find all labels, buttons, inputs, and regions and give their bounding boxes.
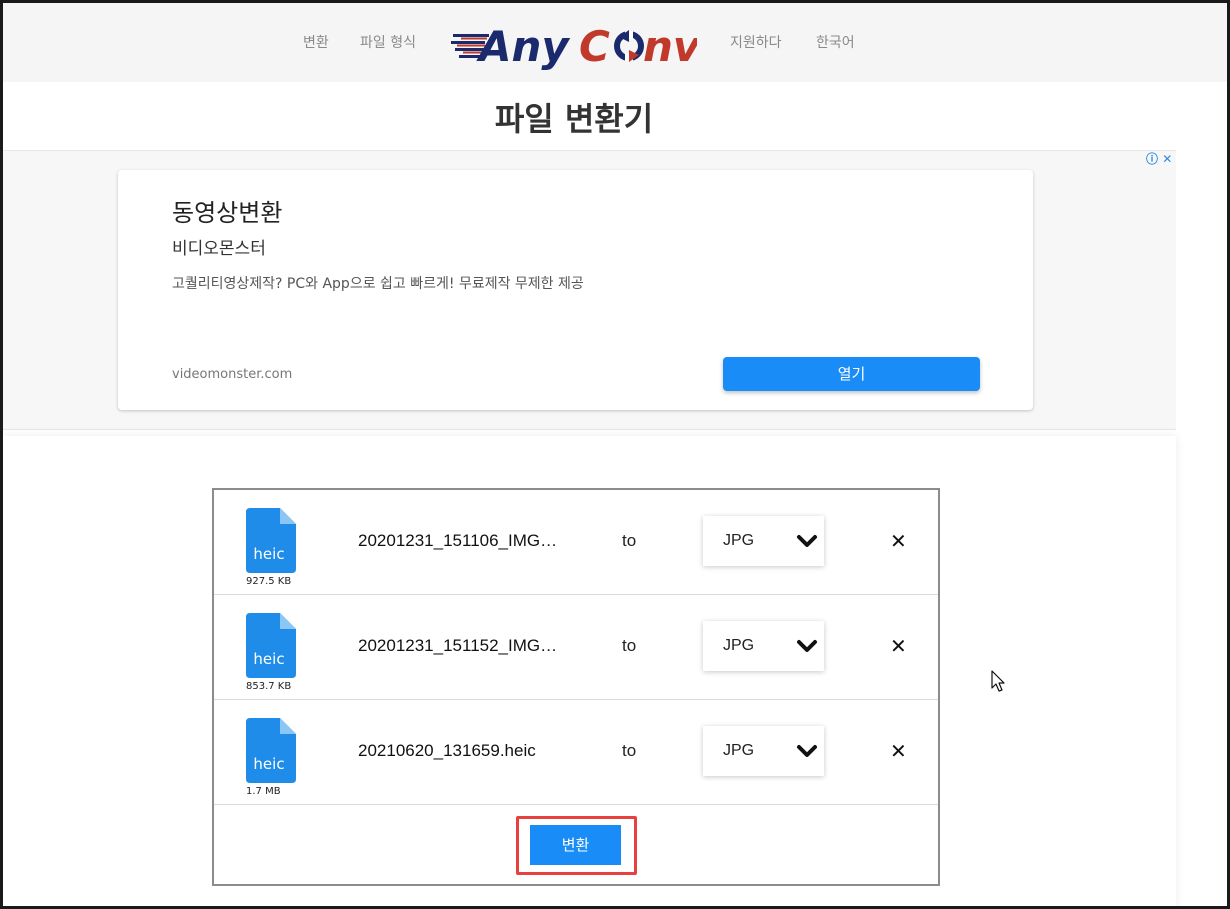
chevron-down-icon xyxy=(797,535,817,547)
ad-choices[interactable]: ⓘ ✕ xyxy=(1146,152,1172,166)
remove-file-button[interactable]: ✕ xyxy=(890,635,907,657)
ad-card[interactable]: 동영상변환 비디오몬스터 고퀄리티영상제작? PC와 App으로 쉽고 빠르게!… xyxy=(118,170,1033,410)
file-list: heic 927.5 KB 20201231_151106_IMG_0001.h… xyxy=(212,488,940,886)
top-navigation: 변환 파일 형식 Any C nv 지원하다 한국어 xyxy=(3,3,1227,82)
file-name: 20201231_151152_IMG_0002.heic xyxy=(358,636,563,655)
chevron-down-icon xyxy=(797,745,817,757)
file-extension: heic xyxy=(253,545,285,563)
nav-link-support[interactable]: 지원하다 xyxy=(730,34,782,52)
file-name: 20201231_151106_IMG_0001.heic xyxy=(358,531,563,550)
remove-file-button[interactable]: ✕ xyxy=(890,740,907,762)
anyconv-logo[interactable]: Any C nv xyxy=(451,17,697,73)
ad-description: 고퀄리티영상제작? PC와 App으로 쉽고 빠르게! 무료제작 무제한 제공 xyxy=(172,276,584,292)
to-label: to xyxy=(622,531,637,550)
file-size: 1.7 MB xyxy=(246,786,281,797)
file-extension: heic xyxy=(253,755,285,773)
file-size: 927.5 KB xyxy=(246,576,292,587)
logo-text-any: Any xyxy=(476,22,570,71)
close-icon[interactable]: ✕ xyxy=(1162,152,1172,166)
chevron-down-icon xyxy=(797,640,817,652)
file-row: heic 1.7 MB 20210620_131659.heic to JPG … xyxy=(214,700,938,805)
page-title: 파일 변환기 xyxy=(494,100,654,138)
file-name: 20210620_131659.heic xyxy=(358,741,536,760)
logo-text-c: C xyxy=(579,22,610,71)
nav-link-language[interactable]: 한국어 xyxy=(816,34,855,52)
output-format-select[interactable]: JPG xyxy=(703,621,824,671)
format-value: JPG xyxy=(723,742,755,759)
output-format-select[interactable]: JPG xyxy=(703,726,824,776)
info-icon[interactable]: ⓘ xyxy=(1146,152,1158,166)
to-label: to xyxy=(622,636,637,655)
file-row: heic 927.5 KB 20201231_151106_IMG_0001.h… xyxy=(214,490,938,595)
ad-open-button[interactable]: 열기 xyxy=(723,357,980,391)
output-format-select[interactable]: JPG xyxy=(703,516,824,566)
mouse-cursor-icon xyxy=(991,670,1005,692)
file-row: heic 853.7 KB 20201231_151152_IMG_0002.h… xyxy=(214,595,938,700)
nav-link-file-formats[interactable]: 파일 형식 xyxy=(360,34,416,52)
convert-button[interactable]: 변환 xyxy=(530,825,621,865)
file-icon xyxy=(246,613,296,678)
ad-advertiser: 비디오몬스터 xyxy=(172,239,266,259)
logo-text-nv: nv xyxy=(643,22,697,71)
ad-url[interactable]: videomonster.com xyxy=(172,366,292,384)
file-extension: heic xyxy=(253,650,285,668)
format-value: JPG xyxy=(723,637,755,654)
nav-link-convert[interactable]: 변환 xyxy=(303,34,329,52)
file-icon xyxy=(246,508,296,573)
ad-headline[interactable]: 동영상변환 xyxy=(172,198,282,228)
file-size: 853.7 KB xyxy=(246,681,292,692)
format-value: JPG xyxy=(723,532,755,549)
to-label: to xyxy=(622,741,637,760)
remove-file-button[interactable]: ✕ xyxy=(890,530,907,552)
browser-viewport: 변환 파일 형식 Any C nv 지원하다 한국어 파일 변환기 ⓘ ✕ 동영… xyxy=(3,3,1227,906)
refresh-circle-icon xyxy=(614,30,644,62)
file-icon xyxy=(246,718,296,783)
